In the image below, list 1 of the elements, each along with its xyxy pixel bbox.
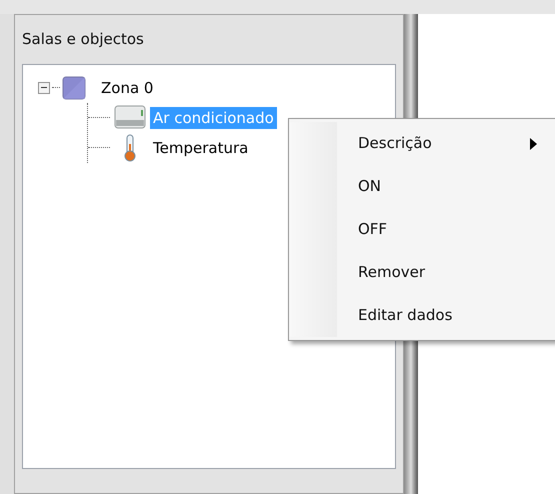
panel-title: Salas e objectos — [22, 29, 145, 50]
